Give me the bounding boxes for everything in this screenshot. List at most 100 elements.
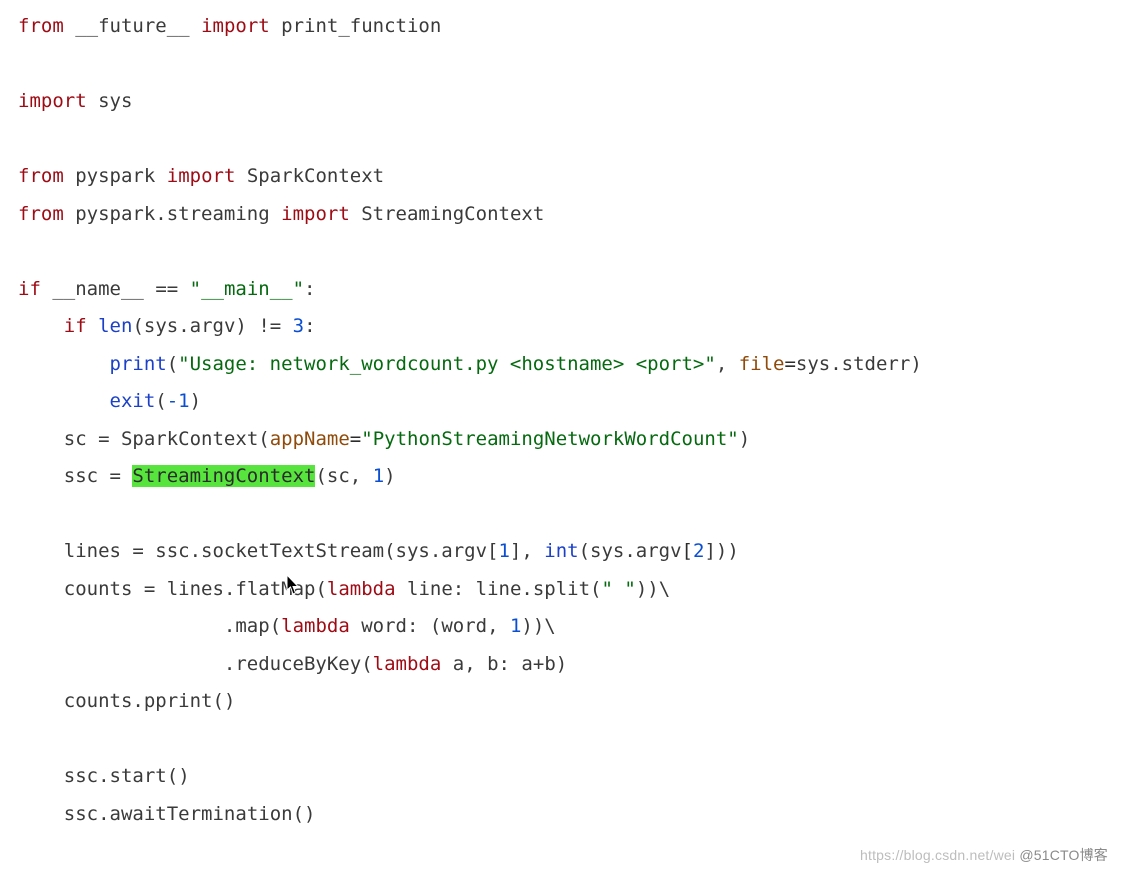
keyword-from: from (18, 203, 64, 225)
punct-rparen: ) (384, 465, 395, 487)
ident-sys-argv: sys.argv (590, 540, 682, 562)
keyword-from: from (18, 15, 64, 37)
punct-rparen: ) (304, 803, 315, 825)
punct-lparen: ( (213, 690, 224, 712)
punct-rparen: ) (190, 390, 201, 412)
param-word: word: (361, 615, 418, 637)
punct-bclose-comma: ], (510, 540, 544, 562)
builtin-int: int (544, 540, 578, 562)
method-pprint: pprint (144, 690, 213, 712)
string-main: "__main__" (190, 278, 304, 300)
ident-lines: lines (64, 540, 121, 562)
param-file: file (739, 353, 785, 375)
module-future: __future__ (75, 15, 189, 37)
ident-streamingcontext: StreamingContext (361, 203, 544, 225)
ident-counts: counts (64, 578, 133, 600)
keyword-if: if (18, 278, 41, 300)
punct-dot: . (98, 803, 109, 825)
ident-sys-stderr: sys.stderr (796, 353, 910, 375)
punct-lparen: ( (315, 578, 326, 600)
punct-rparen: ) (224, 690, 235, 712)
punct-bslash: \ (544, 615, 555, 637)
string-usage: "Usage: network_wordcount.py <hostname> … (178, 353, 716, 375)
punct-bclose-paren: ])) (704, 540, 738, 562)
param-appname: appName (270, 428, 350, 450)
method-awaittermination: awaitTermination (110, 803, 293, 825)
number-three: 3 (293, 315, 304, 337)
call-split-open: line.split( (464, 578, 601, 600)
keyword-if: if (64, 315, 87, 337)
op-assign: = (121, 540, 155, 562)
punct-dot: . (98, 765, 109, 787)
keyword-from: from (18, 165, 64, 187)
punct-lparen: ( (167, 765, 178, 787)
punct-lparen: ( (155, 390, 166, 412)
number-one: 1 (510, 615, 521, 637)
keyword-lambda: lambda (373, 653, 442, 675)
ident-ssc: ssc (64, 765, 98, 787)
number-two: 2 (693, 540, 704, 562)
punct-lparen: ( (258, 428, 269, 450)
string-space: " " (602, 578, 636, 600)
punct-rparen: ) (647, 578, 658, 600)
code-editor[interactable]: from __future__ import print_function im… (0, 0, 1132, 841)
punct-rparen: ) (556, 653, 567, 675)
punct-comma: , (350, 465, 373, 487)
punct-lparen: ( (361, 653, 372, 675)
punct-lparen: ( (132, 315, 143, 337)
keyword-lambda: lambda (327, 578, 396, 600)
ident-ssc: ssc (64, 465, 98, 487)
param-a-b: a, b: (453, 653, 510, 675)
op-neq: != (258, 315, 281, 337)
keyword-import: import (167, 165, 236, 187)
number-minus-one: -1 (167, 390, 190, 412)
op-assign: = (132, 578, 166, 600)
punct-rparen: ) (739, 428, 750, 450)
watermark-url: https://blog.csdn.net/wei (860, 847, 1015, 863)
string-sparkname: "PythonStreamingNetworkWordCount" (361, 428, 739, 450)
punct-bslash: \ (659, 578, 670, 600)
op-eq: == (155, 278, 178, 300)
ident-lines: lines (167, 578, 224, 600)
method-reducebykey: reduceByKey (235, 653, 361, 675)
method-start: start (110, 765, 167, 787)
keyword-import: import (18, 90, 87, 112)
ident-sparkcontext: SparkContext (121, 428, 258, 450)
param-line: line: (407, 578, 464, 600)
punct-dot: . (224, 615, 235, 637)
tuple-close: )) (521, 615, 544, 637)
op-assign: = (87, 428, 121, 450)
ident-a: a (521, 653, 532, 675)
keyword-import: import (281, 203, 350, 225)
punct-dot: . (224, 578, 235, 600)
ident-sys-argv: sys.argv (144, 315, 236, 337)
punct-dot: . (224, 653, 235, 675)
ident-print-function: print_function (281, 15, 441, 37)
punct-lparen: ( (167, 353, 178, 375)
builtin-len: len (98, 315, 132, 337)
call-socket: ssc.socketTextStream(sys.argv[ (155, 540, 498, 562)
op-plus: + (533, 653, 544, 675)
punct-colon: : (304, 315, 315, 337)
builtin-print: print (110, 353, 167, 375)
keyword-import: import (201, 15, 270, 37)
punct-lparen: ( (293, 803, 304, 825)
punct-lparen: ( (579, 540, 590, 562)
method-flatmap: flatMap (235, 578, 315, 600)
keyword-lambda: lambda (281, 615, 350, 637)
punct-colon: : (304, 278, 315, 300)
punct-rparen: ) (235, 315, 246, 337)
punct-rparen: ) (178, 765, 189, 787)
method-map: map (235, 615, 269, 637)
op-assign: = (98, 465, 132, 487)
ident-sc: sc (64, 428, 87, 450)
module-sys: sys (98, 90, 132, 112)
ident-sparkcontext: SparkContext (247, 165, 384, 187)
punct-rparen: ) (636, 578, 647, 600)
module-pyspark: pyspark (75, 165, 155, 187)
highlighted-streamingcontext: StreamingContext (132, 465, 315, 487)
punct-dot: . (132, 690, 143, 712)
punct-comma: , (716, 353, 739, 375)
watermark-handle: @51CTO博客 (1019, 847, 1108, 863)
tuple-open: (word, (418, 615, 510, 637)
